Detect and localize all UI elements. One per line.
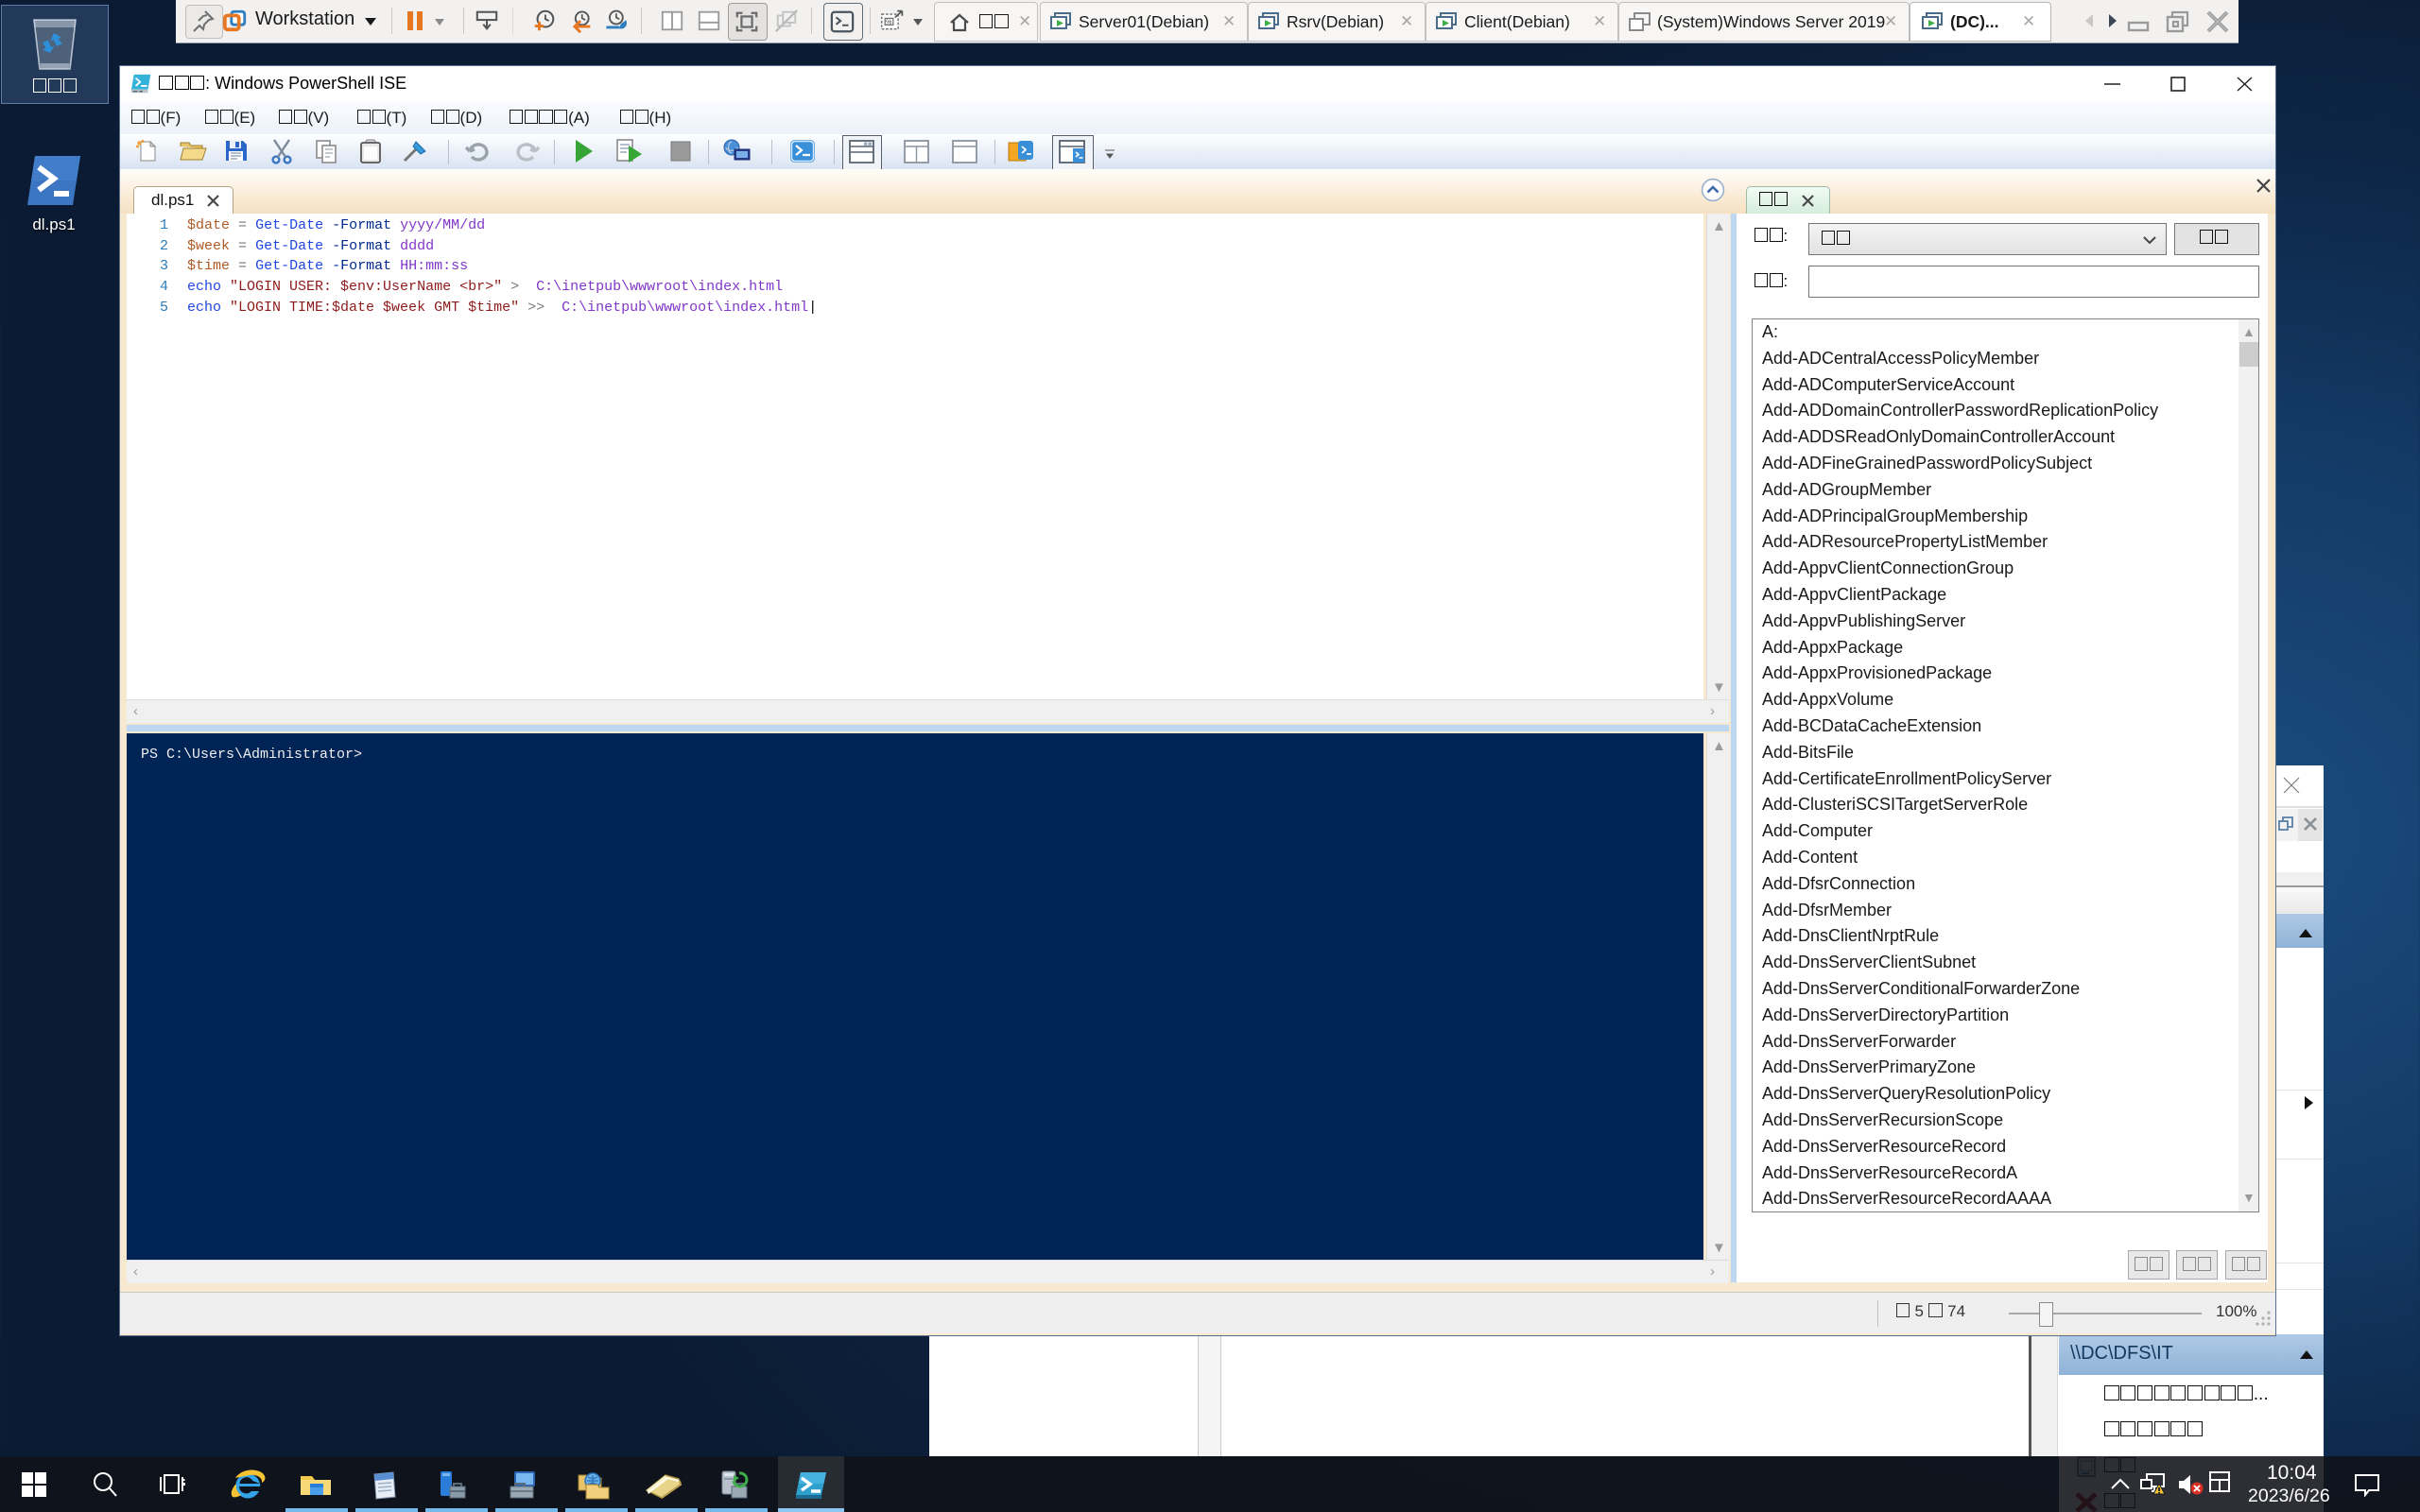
svg-text:%: % — [886, 19, 891, 26]
